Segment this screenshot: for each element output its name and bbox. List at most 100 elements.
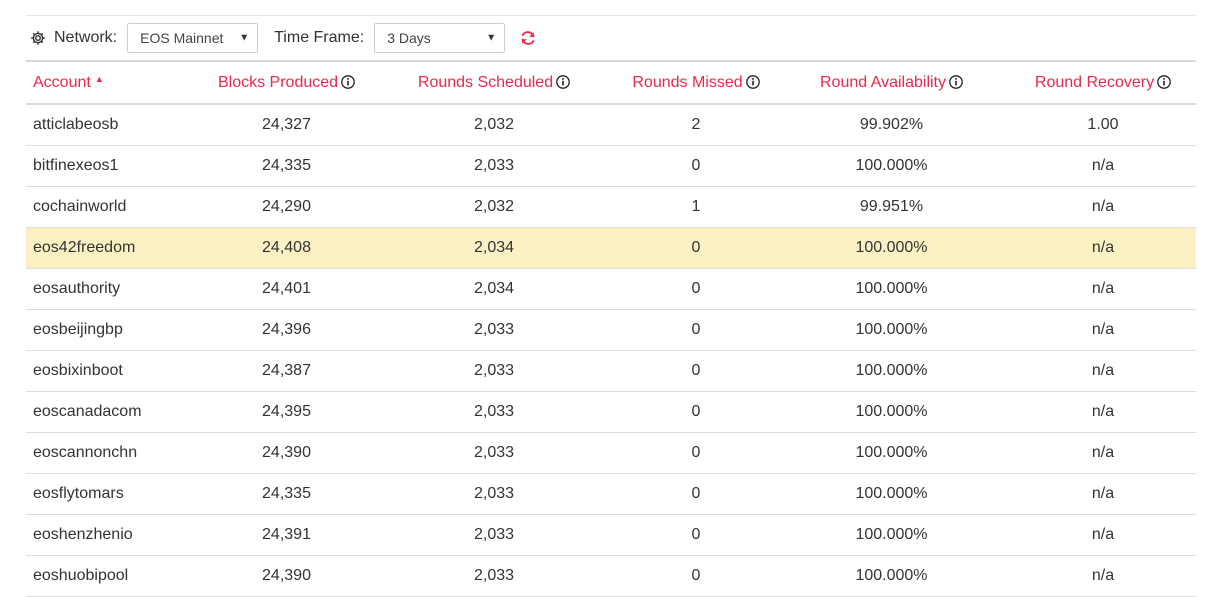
cell-account: eos42freedom	[26, 227, 204, 269]
table-row[interactable]: eosflytomars 24,335 2,033 0 100.000% n/a	[26, 473, 1196, 515]
cell-round-recovery: n/a	[1010, 227, 1196, 269]
cell-round-availability: 100.000%	[773, 555, 1010, 597]
cell-rounds-scheduled: 2,033	[369, 309, 619, 351]
cell-rounds-scheduled: 2,033	[369, 473, 619, 515]
cell-account: eoshuobipool	[26, 555, 204, 597]
cell-blocks-produced: 24,395	[204, 391, 369, 433]
cell-blocks-produced: 24,290	[204, 186, 369, 228]
cell-round-recovery: 1.00	[1010, 104, 1196, 146]
table-row[interactable]: eoshenzhenio 24,391 2,033 0 100.000% n/a	[26, 514, 1196, 556]
table-body: atticlabeosb 24,327 2,032 2 99.902% 1.00 bitfi…	[26, 104, 1196, 597]
cell-blocks-produced: 24,335	[204, 473, 369, 515]
column-header-label: Blocks Produced	[217, 73, 339, 91]
table-row[interactable]: eosbeijingbp 24,396 2,033 0 100.000% n/a	[26, 309, 1196, 351]
cell-blocks-produced: 24,327	[204, 104, 369, 146]
cell-blocks-produced: 24,335	[204, 145, 369, 187]
info-icon[interactable]	[341, 74, 355, 89]
table-row[interactable]: bitfinexeos1 24,335 2,033 0 100.000% n/a	[26, 145, 1196, 187]
table-row[interactable]: eos42freedom 24,408 2,034 0 100.000% n/a	[26, 227, 1196, 269]
table-row[interactable]: cochainworld 24,290 2,032 1 99.951% n/a	[26, 186, 1196, 228]
sort-ascending-icon: ▲	[94, 73, 104, 84]
cell-rounds-scheduled: 2,033	[369, 555, 619, 597]
column-header-rounds-scheduled[interactable]: Rounds Scheduled	[369, 62, 619, 105]
cell-round-recovery: n/a	[1010, 145, 1196, 187]
column-header-label: Account	[33, 73, 91, 91]
cell-rounds-missed: 0	[619, 432, 773, 474]
cell-rounds-missed: 2	[619, 104, 773, 146]
cell-rounds-scheduled: 2,034	[369, 268, 619, 310]
network-select-value: EOS Mainnet	[140, 30, 224, 46]
timeframe-select-value: 3 Days	[387, 30, 431, 46]
cell-round-recovery: n/a	[1010, 268, 1196, 310]
column-header-round-availability[interactable]: Round Availability	[773, 62, 1010, 105]
cell-rounds-missed: 0	[619, 309, 773, 351]
cell-rounds-scheduled: 2,032	[369, 186, 619, 228]
table-row[interactable]: eosbixinboot 24,387 2,033 0 100.000% n/a	[26, 350, 1196, 392]
cell-round-availability: 100.000%	[773, 268, 1010, 310]
cell-rounds-scheduled: 2,033	[369, 514, 619, 556]
column-header-round-recovery[interactable]: Round Recovery	[1010, 62, 1196, 105]
table-row[interactable]: atticlabeosb 24,327 2,032 2 99.902% 1.00	[26, 104, 1196, 146]
cell-rounds-scheduled: 2,033	[369, 432, 619, 474]
cell-rounds-missed: 0	[619, 555, 773, 597]
cell-account: eosauthority	[26, 268, 204, 310]
producers-table: Account ▲ Blocks Produced Rounds Schedule…	[26, 62, 1196, 597]
network-label: Network:	[54, 29, 118, 46]
cell-account: bitfinexeos1	[26, 145, 204, 187]
cell-round-recovery: n/a	[1010, 555, 1196, 597]
cell-round-availability: 100.000%	[773, 350, 1010, 392]
timeframe-select[interactable]: 3 Days ▼	[374, 23, 506, 53]
cell-blocks-produced: 24,387	[204, 350, 369, 392]
info-icon[interactable]	[556, 74, 570, 89]
info-icon[interactable]	[949, 74, 963, 89]
refresh-icon[interactable]	[519, 29, 537, 47]
cell-rounds-missed: 0	[619, 268, 773, 310]
info-icon[interactable]	[1157, 74, 1171, 89]
cell-rounds-missed: 0	[619, 514, 773, 556]
column-header-rounds-missed[interactable]: Rounds Missed	[619, 62, 773, 105]
cell-rounds-scheduled: 2,032	[369, 104, 619, 146]
cell-round-availability: 100.000%	[773, 473, 1010, 515]
filter-toolbar: Network: EOS Mainnet ▼ Time Frame: 3 Day…	[26, 16, 1196, 62]
cell-round-recovery: n/a	[1010, 432, 1196, 474]
table-header-row: Account ▲ Blocks Produced Rounds Schedule…	[26, 62, 1196, 105]
top-divider	[26, 0, 1196, 16]
cell-blocks-produced: 24,391	[204, 514, 369, 556]
cell-account: eoshenzhenio	[26, 514, 204, 556]
cell-round-recovery: n/a	[1010, 514, 1196, 556]
cell-round-availability: 100.000%	[773, 514, 1010, 556]
column-header-label: Rounds Missed	[632, 73, 743, 91]
cell-round-availability: 100.000%	[773, 309, 1010, 351]
cell-rounds-scheduled: 2,033	[369, 145, 619, 187]
producer-stats-panel: Network: EOS Mainnet ▼ Time Frame: 3 Day…	[26, 0, 1196, 597]
cell-rounds-missed: 0	[619, 391, 773, 433]
info-icon[interactable]	[745, 74, 760, 89]
table-row[interactable]: eosauthority 24,401 2,034 0 100.000% n/a	[26, 268, 1196, 310]
column-header-account[interactable]: Account ▲	[26, 62, 204, 105]
column-header-label: Round Recovery	[1034, 73, 1155, 91]
network-select[interactable]: EOS Mainnet ▼	[127, 23, 259, 53]
cell-round-recovery: n/a	[1010, 350, 1196, 392]
cell-rounds-missed: 1	[619, 186, 773, 228]
cell-account: atticlabeosb	[26, 104, 204, 146]
cell-account: cochainworld	[26, 186, 204, 228]
cell-rounds-scheduled: 2,034	[369, 227, 619, 269]
column-header-label: Rounds Scheduled	[417, 73, 554, 91]
cell-round-recovery: n/a	[1010, 473, 1196, 515]
table-row[interactable]: eoscanadacom 24,395 2,033 0 100.000% n/a	[26, 391, 1196, 433]
gear-icon[interactable]	[30, 30, 46, 46]
cell-round-availability: 99.902%	[773, 104, 1010, 146]
cell-rounds-missed: 0	[619, 145, 773, 187]
cell-round-availability: 99.951%	[773, 186, 1010, 228]
cell-blocks-produced: 24,408	[204, 227, 369, 269]
cell-rounds-scheduled: 2,033	[369, 391, 619, 433]
cell-blocks-produced: 24,390	[204, 432, 369, 474]
cell-round-availability: 100.000%	[773, 145, 1010, 187]
cell-round-recovery: n/a	[1010, 309, 1196, 351]
cell-rounds-missed: 0	[619, 350, 773, 392]
column-header-blocks-produced[interactable]: Blocks Produced	[204, 62, 369, 105]
table-row[interactable]: eoscannonchn 24,390 2,033 0 100.000% n/a	[26, 432, 1196, 474]
cell-round-recovery: n/a	[1010, 186, 1196, 228]
table-row[interactable]: eoshuobipool 24,390 2,033 0 100.000% n/a	[26, 555, 1196, 597]
cell-blocks-produced: 24,396	[204, 309, 369, 351]
